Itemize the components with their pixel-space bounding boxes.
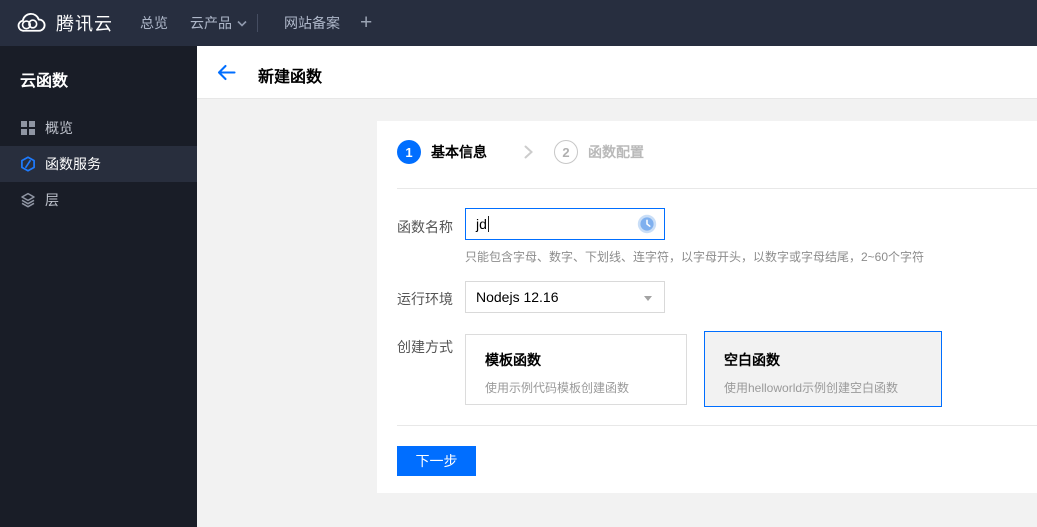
add-tab-icon[interactable]: + — [360, 0, 372, 46]
function-name-label: 函数名称 — [397, 219, 453, 235]
sidebar-item-label: 函数服务 — [45, 156, 101, 172]
step-wizard: 1 基本信息 2 函数配置 — [397, 140, 644, 164]
function-name-value: jd — [476, 216, 487, 232]
method-card-desc: 使用helloworld示例创建空白函数 — [724, 381, 899, 395]
step-2-circle: 2 — [554, 140, 578, 164]
function-name-input[interactable]: jd — [465, 208, 665, 240]
sidebar-item-label: 层 — [45, 192, 59, 208]
step-2-label: 函数配置 — [588, 144, 644, 160]
create-function-panel: 1 基本信息 2 函数配置 函数名称 jd 只能包含字母、数字、下划线、连字符，… — [377, 121, 1037, 493]
nav-products-label: 云产品 — [190, 15, 232, 31]
grid-icon — [20, 120, 36, 136]
text-caret — [487, 216, 489, 232]
method-card-blank-selected[interactable]: 空白函数 使用helloworld示例创建空白函数 — [704, 331, 942, 407]
divider — [397, 425, 1037, 426]
sidebar: 云函数 概览 函数服务 层 — [0, 46, 197, 527]
function-hexagon-icon — [20, 156, 36, 172]
tencent-cloud-logo-icon — [14, 12, 47, 35]
method-card-title: 模板函数 — [485, 352, 541, 368]
function-name-helper: 只能包含字母、数字、下划线、连字符，以字母开头，以数字或字母结尾，2~60个字符 — [465, 250, 925, 264]
back-arrow-icon[interactable] — [217, 64, 237, 82]
method-card-title: 空白函数 — [724, 352, 780, 368]
nav-overview[interactable]: 总览 — [140, 0, 168, 46]
top-navbar: 腾讯云 总览 云产品 网站备案 + — [0, 0, 1037, 46]
method-card-template[interactable]: 模板函数 使用示例代码模板创建函数 — [465, 334, 687, 405]
sidebar-item-layers[interactable]: 层 — [0, 182, 197, 218]
step-1-label: 基本信息 — [431, 144, 487, 160]
runtime-select[interactable]: Nodejs 12.16 — [465, 281, 665, 313]
chevron-down-icon — [237, 20, 247, 27]
step-chevron-icon — [524, 145, 533, 159]
clock-pending-icon — [637, 214, 657, 234]
next-step-button[interactable]: 下一步 — [397, 446, 476, 476]
brand-name: 腾讯云 — [56, 14, 113, 34]
screen: 腾讯云 总览 云产品 网站备案 + 云函数 概览 函数服务 层 新建函数 1 基… — [0, 0, 1037, 527]
method-card-desc: 使用示例代码模板创建函数 — [485, 381, 630, 395]
runtime-label: 运行环境 — [397, 291, 453, 307]
nav-divider — [257, 14, 258, 32]
page-title: 新建函数 — [258, 69, 323, 86]
step-1-circle: 1 — [397, 140, 421, 164]
divider — [397, 188, 1037, 189]
select-caret-icon — [644, 296, 652, 301]
page-header: 新建函数 — [197, 46, 1037, 99]
layers-icon — [20, 192, 36, 208]
sidebar-menu: 概览 函数服务 层 — [0, 110, 197, 218]
content-area: 1 基本信息 2 函数配置 函数名称 jd 只能包含字母、数字、下划线、连字符，… — [197, 99, 1037, 527]
nav-products[interactable]: 云产品 — [190, 0, 247, 46]
runtime-selected-value: Nodejs 12.16 — [476, 289, 559, 305]
create-method-label: 创建方式 — [397, 339, 453, 355]
nav-icp[interactable]: 网站备案 — [284, 0, 340, 46]
brand-home-link[interactable]: 腾讯云 — [14, 0, 113, 46]
sidebar-item-label: 概览 — [45, 120, 73, 136]
sidebar-title: 云函数 — [20, 73, 69, 90]
sidebar-item-function-service[interactable]: 函数服务 — [0, 146, 197, 182]
sidebar-item-overview[interactable]: 概览 — [0, 110, 197, 146]
